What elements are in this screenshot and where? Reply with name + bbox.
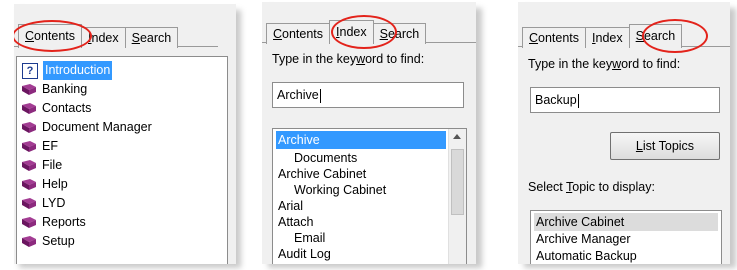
tree-item-label: Introduction bbox=[43, 61, 113, 80]
book-icon bbox=[22, 179, 36, 190]
contents-panel: Contents Index Search ? Introduction Ban… bbox=[14, 4, 236, 264]
tab-index[interactable]: Index bbox=[329, 20, 374, 44]
help-page-icon: ? bbox=[22, 62, 38, 79]
book-icon bbox=[22, 103, 36, 114]
tree-item-label: LYD bbox=[42, 196, 66, 210]
list-item[interactable]: Archive Manager bbox=[534, 230, 718, 248]
search-panel: Contents Index Search Type in the keywor… bbox=[518, 2, 730, 264]
tree-item-label: Help bbox=[42, 177, 68, 191]
keyword-prompt: Type in the keyword to find: bbox=[528, 57, 681, 71]
book-icon bbox=[22, 84, 36, 95]
list-item[interactable]: Automatic Backup bbox=[534, 247, 718, 264]
topic-list[interactable]: Archive Cabinet Archive Manager Automati… bbox=[530, 210, 722, 264]
tree-item-label: Banking bbox=[42, 82, 88, 96]
book-icon bbox=[22, 217, 36, 228]
tree-item-file[interactable]: File bbox=[19, 156, 227, 175]
list-item[interactable]: Archive bbox=[276, 131, 446, 149]
scrollbar[interactable] bbox=[448, 129, 466, 264]
list-topics-button[interactable]: List Topics bbox=[610, 132, 720, 160]
book-icon bbox=[22, 122, 36, 133]
tree-item-ef[interactable]: EF bbox=[19, 137, 227, 156]
book-icon bbox=[22, 198, 36, 209]
tree-item-label: Document Manager bbox=[42, 120, 152, 134]
tree-item-label: Reports bbox=[42, 215, 86, 229]
tab-index[interactable]: Index bbox=[585, 27, 630, 48]
keyword-input[interactable]: Archive bbox=[272, 82, 464, 108]
tab-search[interactable]: Search bbox=[124, 27, 179, 48]
list-item[interactable]: Audit Log bbox=[276, 245, 463, 263]
list-item[interactable]: Archive Cabinet bbox=[534, 213, 718, 231]
keyword-prompt: Type in the keyword to find: bbox=[272, 52, 425, 66]
select-topic-label: Select Topic to display: bbox=[528, 180, 655, 194]
tree-item-help[interactable]: Help bbox=[19, 175, 227, 194]
tab-index[interactable]: Index bbox=[81, 27, 126, 48]
tree-item-reports[interactable]: Reports bbox=[19, 213, 227, 232]
text-caret bbox=[319, 88, 321, 103]
tree-item-lyd[interactable]: LYD bbox=[19, 194, 227, 213]
book-icon bbox=[22, 236, 36, 247]
keyword-input[interactable]: Backup bbox=[530, 87, 720, 113]
tab-contents[interactable]: Contents bbox=[18, 24, 83, 48]
tree-item-setup[interactable]: Setup bbox=[19, 232, 227, 251]
scroll-up-icon[interactable] bbox=[453, 134, 461, 139]
tree-item-document-manager[interactable]: Document Manager bbox=[19, 118, 227, 137]
tab-search[interactable]: Search bbox=[372, 23, 427, 44]
tree-item-introduction[interactable]: ? Introduction bbox=[19, 61, 227, 80]
tree-item-label: Contacts bbox=[42, 101, 92, 115]
tab-contents[interactable]: Contents bbox=[522, 27, 587, 48]
tree-item-contacts[interactable]: Contacts bbox=[19, 99, 227, 118]
tree-item-label: EF bbox=[42, 139, 58, 153]
tab-contents[interactable]: Contents bbox=[266, 23, 331, 44]
scroll-thumb[interactable] bbox=[451, 149, 464, 215]
tree-item-label: Setup bbox=[42, 234, 75, 248]
tree-item-banking[interactable]: Banking bbox=[19, 80, 227, 99]
contents-tree[interactable]: ? Introduction Banking Contacts Document… bbox=[16, 56, 228, 264]
tab-search[interactable]: Search bbox=[628, 24, 683, 48]
tree-item-label: File bbox=[42, 158, 63, 172]
index-panel: Contents Index Search Type in the keywor… bbox=[262, 2, 476, 264]
book-icon bbox=[22, 160, 36, 171]
index-list[interactable]: Archive Documents Archive Cabinet Workin… bbox=[272, 128, 467, 264]
text-caret bbox=[577, 93, 579, 108]
book-icon bbox=[22, 141, 36, 152]
